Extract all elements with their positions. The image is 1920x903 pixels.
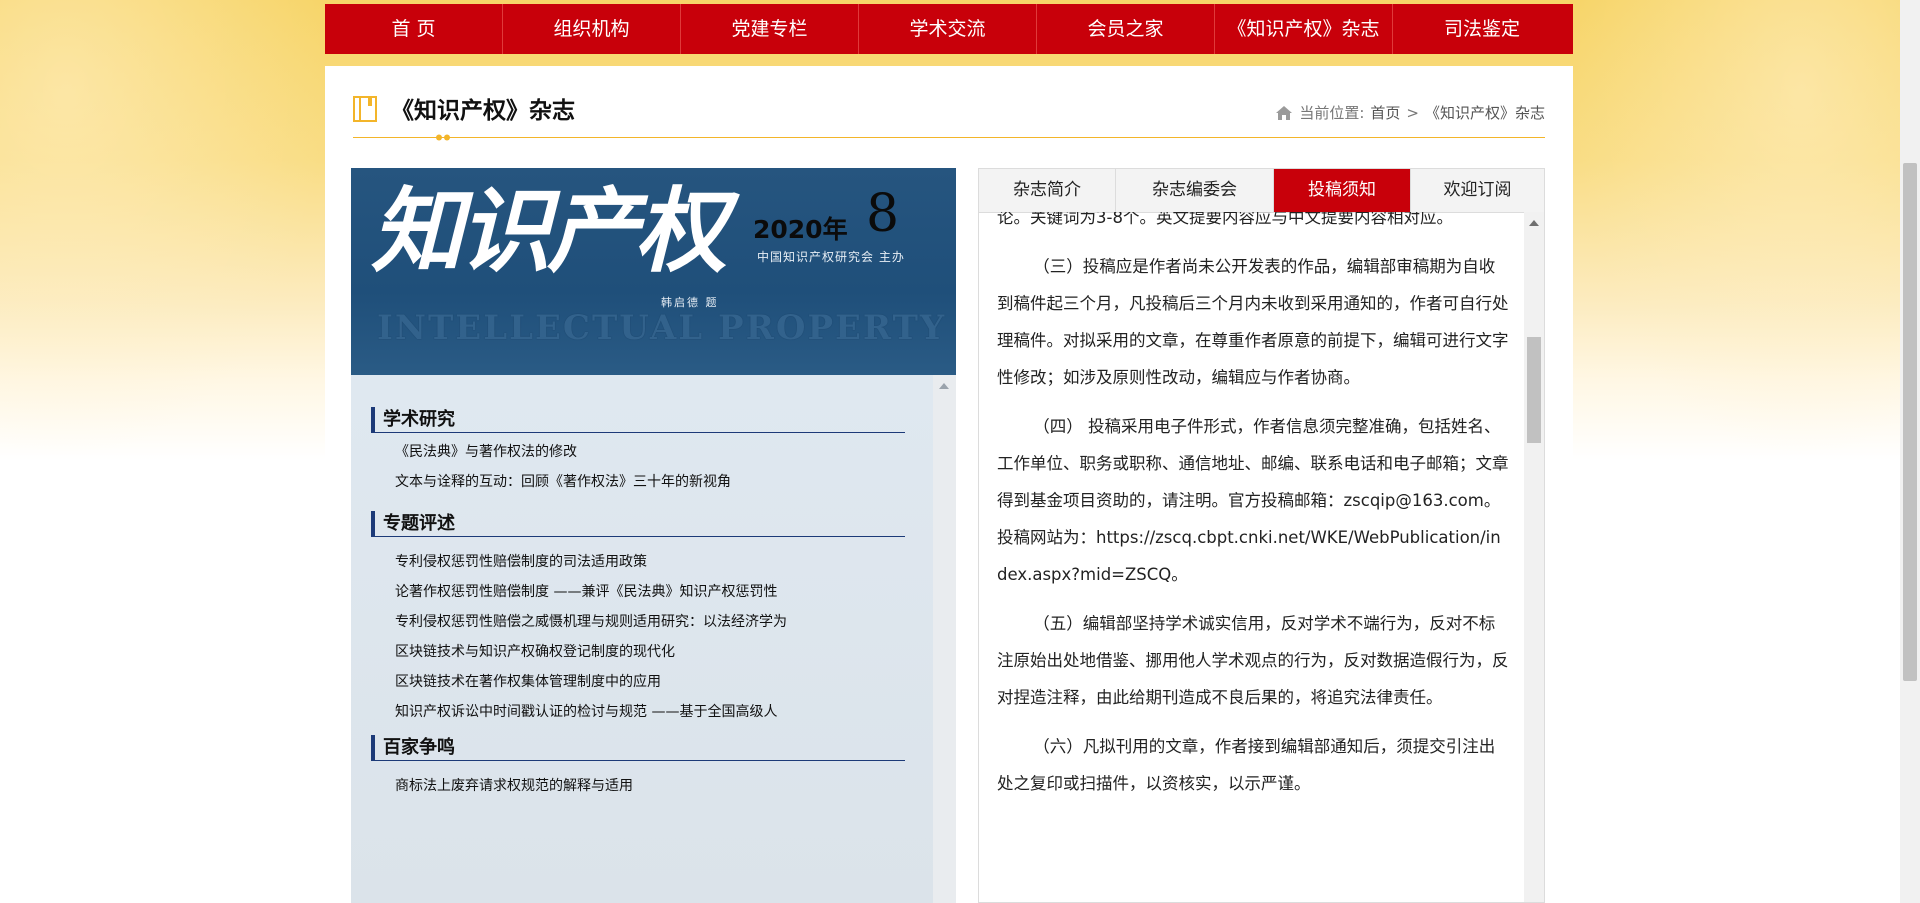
toc-article-link[interactable]: 专利侵权惩罚性赔偿之威慑机理与规则适用研究：以法经济学为 [395,607,905,637]
toc-article-link[interactable]: 商标法上废弃请求权规范的解释与适用 [395,771,905,801]
nav-item-home[interactable]: 首 页 [325,4,503,54]
toc-article-link[interactable]: 专利侵权惩罚性赔偿制度的司法适用政策 [395,547,905,577]
magazine-info-panel: 杂志简介 杂志编委会 投稿须知 欢迎订阅 论。关键词为3-8个。英文提要内容应与… [978,168,1545,903]
nav-item-organization[interactable]: 组织机构 [503,4,681,54]
toc-article-link[interactable]: 知识产权诉讼中时间戳认证的检讨与规范 ——基于全国高级人 [395,697,905,727]
background-glow-left [0,0,330,460]
info-tabs: 杂志简介 杂志编委会 投稿须知 欢迎订阅 [979,169,1544,213]
scroll-up-arrow-icon[interactable] [939,383,949,389]
table-of-contents[interactable]: 学术研究 《民法典》与著作权法的修改 文本与诠释的互动：回顾《著作权法》三十年的… [351,375,933,903]
magazine-cover: 知识产权 韩启德 题 2020年 8 中国知识产权研究会 主办 INTELLEC… [351,168,956,375]
toc-section-academic-research: 学术研究 《民法典》与著作权法的修改 文本与诠释的互动：回顾《著作权法》三十年的… [371,407,905,497]
nav-item-party-building[interactable]: 党建专栏 [681,4,859,54]
page-scrollbar[interactable] [1900,0,1920,903]
toc-section-title: 专题评述 [371,511,455,537]
guideline-paragraph: （六）凡拟刊用的文章，作者接到编辑部通知后，须提交引注出处之复印或扫描件，以资核… [997,737,1496,793]
breadcrumb: 当前位置: 首页 > 《知识产权》杂志 [1275,102,1545,123]
page-title: 《知识产权》杂志 [391,98,575,124]
guideline-paragraph: 论。关键词为3-8个。英文提要内容应与中文提要内容相对应。 [997,212,1453,227]
toc-scrollbar[interactable] [933,375,956,903]
toc-section-special-review: 专题评述 专利侵权惩罚性赔偿制度的司法适用政策 论著作权惩罚性赔偿制度 ——兼评… [371,511,905,727]
breadcrumb-prefix: 当前位置: [1299,104,1365,122]
cover-issue-number: 8 [866,184,900,244]
toc-article-link[interactable]: 《民法典》与著作权法的修改 [395,437,905,467]
guideline-paragraph: （四） 投稿采用电子件形式，作者信息须完整准确，包括姓名、工作单位、职务或职称、… [997,417,1509,584]
nav-item-ip-magazine[interactable]: 《知识产权》杂志 [1215,4,1393,54]
nav-item-academic-exchange[interactable]: 学术交流 [859,4,1037,54]
main-panel: 《知识产权》杂志 当前位置: 首页 > 《知识产权》杂志 知识产权 韩启德 题 … [325,66,1573,903]
scroll-up-arrow-icon[interactable] [1529,220,1539,226]
main-nav: 首 页 组织机构 党建专栏 学术交流 会员之家 《知识产权》杂志 司法鉴定 [325,4,1573,54]
nav-item-judicial-appraisal[interactable]: 司法鉴定 [1393,4,1571,54]
tab-submission-guidelines[interactable]: 投稿须知 [1274,169,1411,212]
cover-english-title: INTELLECTUAL PROPERTY [377,308,947,348]
cover-organizer: 中国知识产权研究会 主办 [757,250,905,264]
toc-section-title: 百家争鸣 [371,735,455,761]
toc-section-title: 学术研究 [371,407,455,433]
divider-dots-icon [436,134,450,141]
cover-year: 2020年 [753,215,848,244]
breadcrumb-current[interactable]: 《知识产权》杂志 [1425,102,1545,123]
magazine-issue-panel: 知识产权 韩启德 题 2020年 8 中国知识产权研究会 主办 INTELLEC… [351,168,956,903]
tab-editorial-board[interactable]: 杂志编委会 [1116,169,1274,212]
toc-article-link[interactable]: 文本与诠释的互动：回顾《著作权法》三十年的新视角 [395,467,905,497]
guideline-paragraph: （五）编辑部坚持学术诚实信用，反对学术不端行为，反对不标注原始出处地借鉴、挪用他… [997,614,1509,707]
toc-article-link[interactable]: 区块链技术与知识产权确权登记制度的现代化 [395,637,905,667]
breadcrumb-home-link[interactable]: 首页 [1370,102,1400,123]
header-divider [353,137,1545,138]
tab-magazine-intro[interactable]: 杂志简介 [979,169,1116,212]
breadcrumb-separator: > [1406,103,1419,122]
submission-guidelines-content[interactable]: 论。关键词为3-8个。英文提要内容应与中文提要内容相对应。 （三）投稿应是作者尚… [997,212,1509,902]
nav-item-member-home[interactable]: 会员之家 [1037,4,1215,54]
home-icon [1276,105,1293,120]
page-scrollbar-thumb[interactable] [1903,163,1917,681]
scrollbar-thumb[interactable] [1527,337,1541,443]
guideline-paragraph: （三）投稿应是作者尚未公开发表的作品，编辑部审稿期为自收到稿件起三个月，凡投稿后… [997,257,1509,387]
toc-article-link[interactable]: 论著作权惩罚性赔偿制度 ——兼评《民法典》知识产权惩罚性 [395,577,905,607]
cover-calligraphy-title: 知识产权 [371,177,727,285]
page-header: 《知识产权》杂志 当前位置: 首页 > 《知识产权》杂志 [353,96,1545,141]
book-icon [353,96,377,122]
toc-article-link[interactable]: 区块链技术在著作权集体管理制度中的应用 [395,667,905,697]
tab-subscribe[interactable]: 欢迎订阅 [1411,169,1544,212]
content-scrollbar[interactable] [1524,212,1544,902]
background-glow-right [1570,0,1900,460]
toc-section-debate: 百家争鸣 商标法上废弃请求权规范的解释与适用 [371,735,905,801]
